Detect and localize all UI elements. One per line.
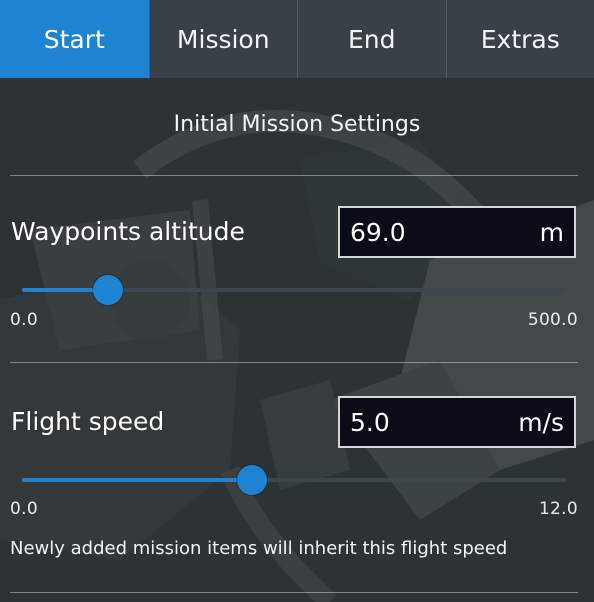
flight-speed-slider[interactable] <box>22 465 566 495</box>
divider <box>10 592 578 593</box>
speed-max-label: 12.0 <box>538 499 578 519</box>
speed-min-label: 0.0 <box>10 499 38 519</box>
waypoints-altitude-label: Waypoints altitude <box>11 217 245 246</box>
waypoints-altitude-input[interactable]: 69.0 m <box>338 206 576 258</box>
tab-end[interactable]: End <box>297 0 446 78</box>
waypoints-altitude-slider[interactable] <box>22 275 566 305</box>
flight-speed-input[interactable]: 5.0 m/s <box>338 396 576 448</box>
section-title: Initial Mission Settings <box>173 112 421 137</box>
tab-mission[interactable]: Mission <box>148 0 298 78</box>
tab-extras[interactable]: Extras <box>445 0 594 78</box>
waypoints-altitude-value: 69.0 <box>350 217 406 247</box>
mission-tab-bar: Start Mission End Extras <box>0 0 594 78</box>
flight-speed-unit: m/s <box>518 407 564 437</box>
mission-settings-panel: Start Mission End Extras Initial Mission… <box>0 0 594 602</box>
waypoints-altitude-unit: m <box>539 217 564 247</box>
altitude-min-label: 0.0 <box>10 310 38 330</box>
flight-speed-value: 5.0 <box>350 407 390 437</box>
divider <box>10 362 578 363</box>
tab-start[interactable]: Start <box>0 0 149 78</box>
flight-speed-note: Newly added mission items will inherit t… <box>10 538 508 559</box>
start-settings-content: Initial Mission Settings Waypoints altit… <box>0 78 594 602</box>
slider-fill <box>22 478 252 482</box>
divider <box>10 175 578 176</box>
flight-speed-label: Flight speed <box>11 407 165 436</box>
slider-thumb[interactable] <box>93 275 123 305</box>
slider-thumb[interactable] <box>237 465 267 495</box>
altitude-max-label: 500.0 <box>527 310 578 330</box>
